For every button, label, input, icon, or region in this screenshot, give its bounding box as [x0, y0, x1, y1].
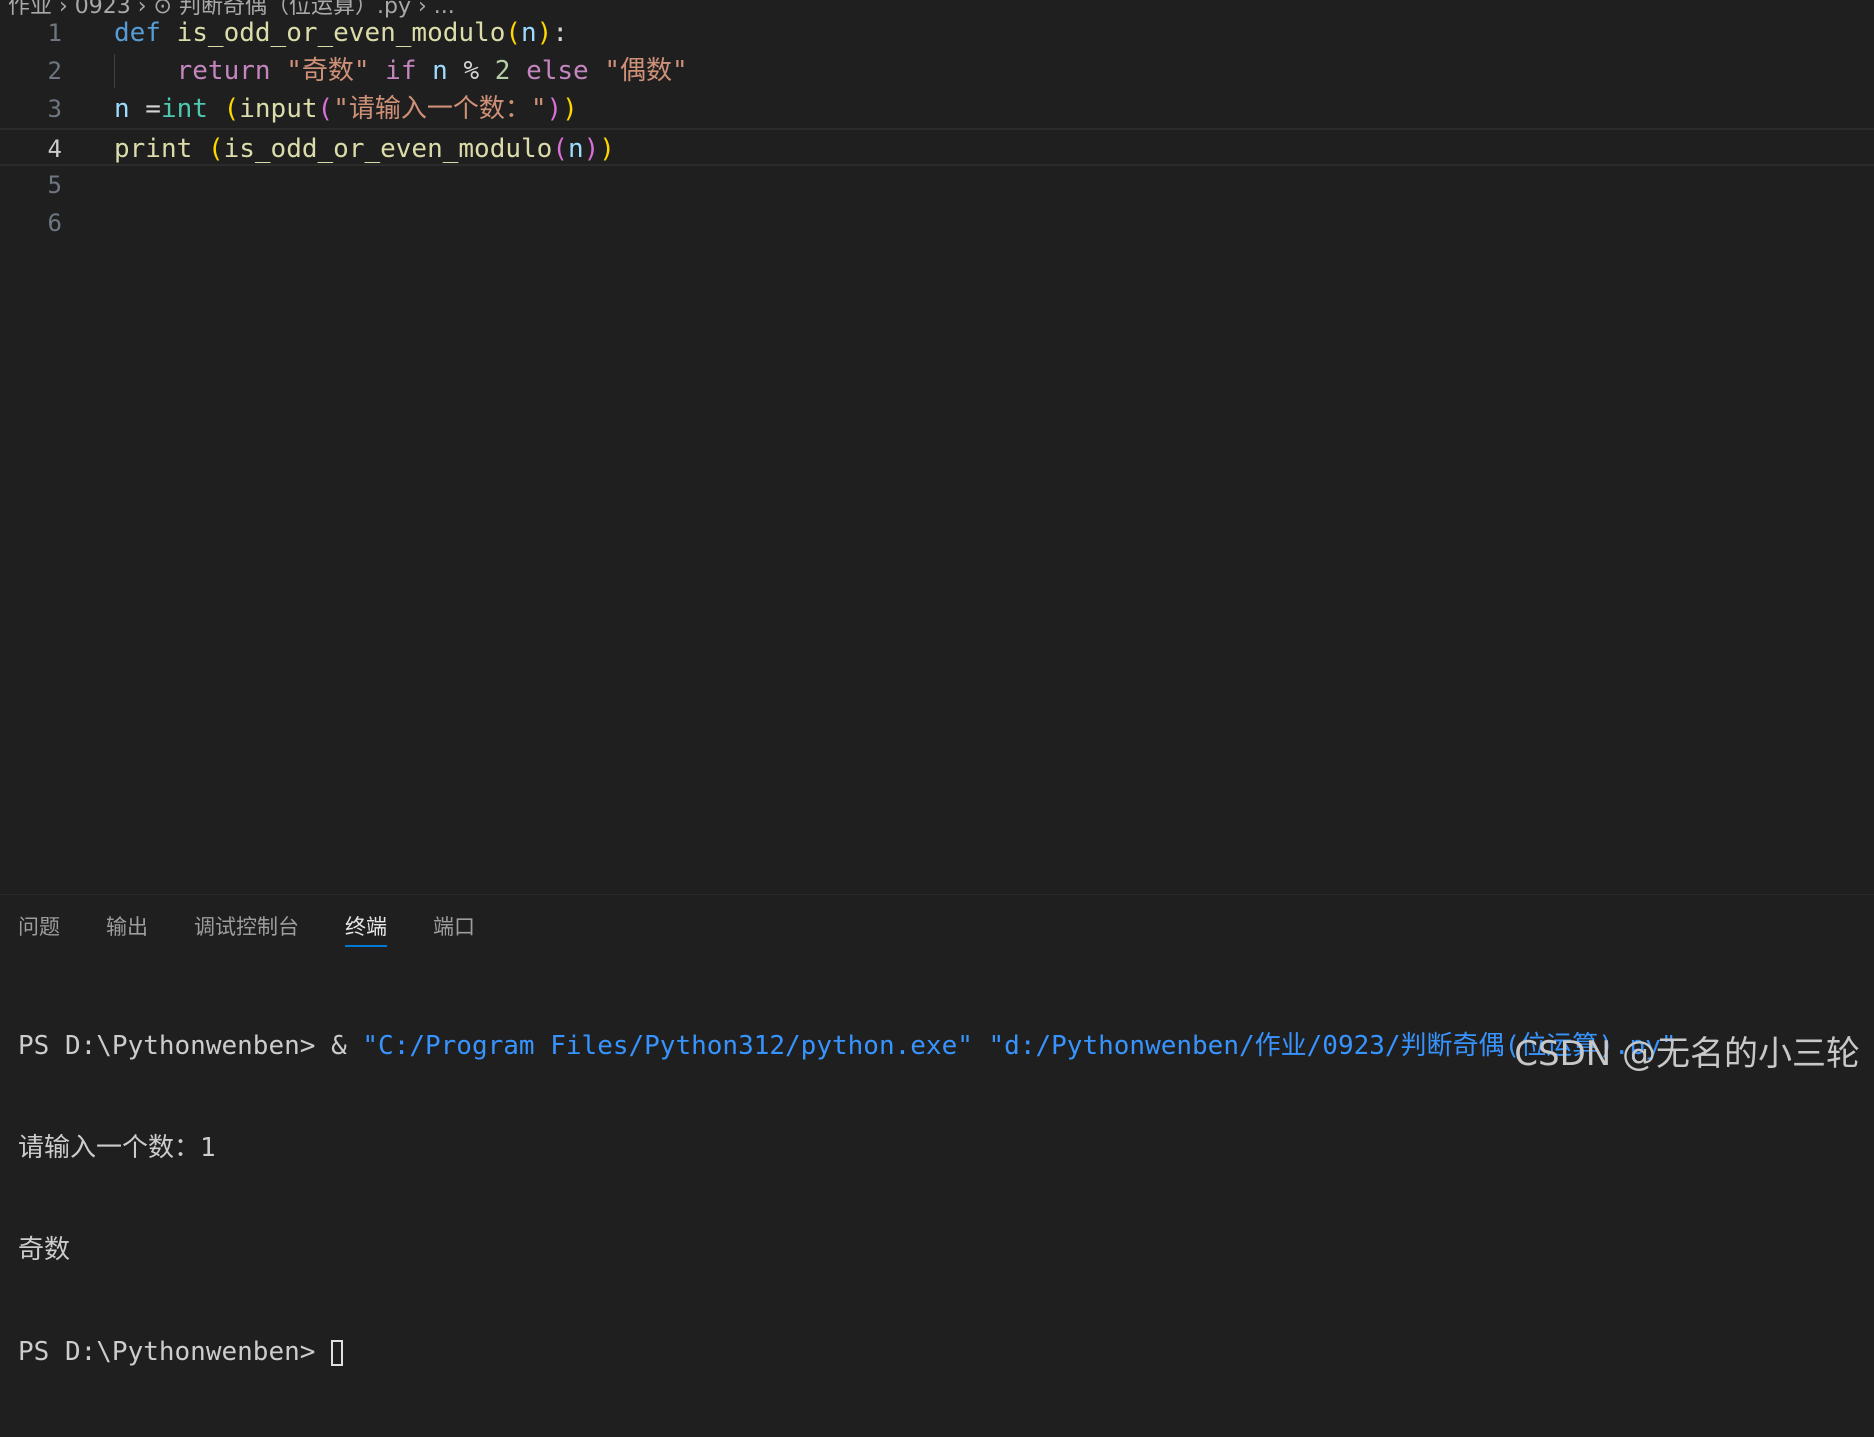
code-line[interactable]: 2 return "奇数" if n % 2 else "偶数": [0, 52, 1874, 90]
code-token: "奇数": [286, 56, 370, 86]
tab-ports[interactable]: 端口: [433, 909, 475, 949]
code-token: "请输入一个数：": [333, 94, 547, 124]
code-line[interactable]: 3n =int (input("请输入一个数：")): [0, 90, 1874, 128]
code-token: else: [526, 56, 589, 86]
code-token: (: [207, 134, 224, 164]
tab-problems[interactable]: 问题: [18, 909, 60, 949]
terminal-call-operator: &: [331, 1031, 363, 1061]
tab-output[interactable]: 输出: [106, 909, 148, 949]
code-token: (: [552, 134, 568, 164]
terminal-final-prompt: PS D:\Pythonwenben>: [18, 1337, 332, 1367]
line-number: 3: [47, 95, 62, 123]
code-token: int: [160, 94, 208, 124]
breadcrumb[interactable]: 作业 › 0923 › ⊙ 判断奇偶（位运算）.py › ...: [8, 0, 455, 19]
code-token: :: [552, 18, 568, 48]
terminal-cursor: [331, 1339, 344, 1366]
code-token: ): [546, 94, 563, 124]
terminal-final-line: PS D:\Pythonwenben>: [18, 1335, 1874, 1369]
terminal-prompt: PS D:\Pythonwenben>: [18, 1031, 332, 1061]
code-text: n =int (input("请输入一个数：")): [114, 90, 578, 128]
code-token: n: [567, 134, 584, 164]
watermark: CSDN @无名的小三轮: [1514, 1034, 1860, 1074]
code-line[interactable]: 5: [0, 166, 1874, 204]
tab-debug-console[interactable]: 调试控制台: [194, 909, 299, 949]
code-token: (: [317, 94, 334, 124]
code-line[interactable]: 6: [0, 204, 1874, 242]
code-text: def is_odd_or_even_modulo(n):: [114, 14, 568, 52]
panel-tabs: 问题 输出 调试控制台 终端 端口: [18, 909, 521, 953]
code-token: (: [505, 18, 522, 48]
terminal-output-line: 奇数: [18, 1235, 71, 1265]
code-token: ): [599, 134, 615, 164]
code-token: n: [521, 18, 537, 48]
line-number: 4: [47, 135, 62, 163]
line-number: 5: [47, 171, 62, 199]
line-number: 2: [47, 57, 62, 85]
code-text: print (is_odd_or_even_modulo(n)): [114, 130, 615, 168]
code-text: return "奇数" if n % 2 else "偶数": [114, 52, 688, 90]
code-token: "偶数": [604, 56, 688, 86]
code-token: input: [239, 94, 318, 124]
code-line[interactable]: 4 print (is_odd_or_even_modulo(n)): [0, 128, 1874, 166]
code-editor[interactable]: 1 def is_odd_or_even_modulo(n): 2 return "…: [0, 14, 1874, 894]
code-token: is_odd_or_even_modulo: [223, 134, 553, 164]
terminal-space: [973, 1031, 989, 1061]
code-token: n: [114, 94, 130, 124]
terminal-python-path: "C:/Program Files/Python312/python.exe": [362, 1031, 973, 1061]
code-token: is_odd_or_even_modulo: [176, 18, 506, 48]
terminal-input-line: 请输入一个数：1: [18, 1133, 216, 1163]
code-token: return: [176, 56, 271, 86]
code-token: n: [432, 56, 448, 86]
code-token: (: [223, 94, 240, 124]
tab-terminal[interactable]: 终端: [345, 909, 387, 949]
line-number: 1: [47, 19, 62, 47]
code-token: ): [562, 94, 578, 124]
code-token: =: [129, 94, 161, 124]
code-token: 2: [494, 56, 511, 86]
line-number: 6: [47, 209, 62, 237]
code-token: ): [536, 18, 553, 48]
code-token: ): [583, 134, 600, 164]
code-line[interactable]: 1 def is_odd_or_even_modulo(n):: [0, 14, 1874, 52]
code-token: %: [447, 56, 495, 86]
code-token: print: [114, 134, 193, 164]
code-token: if: [385, 56, 417, 86]
code-token: def: [114, 18, 161, 48]
